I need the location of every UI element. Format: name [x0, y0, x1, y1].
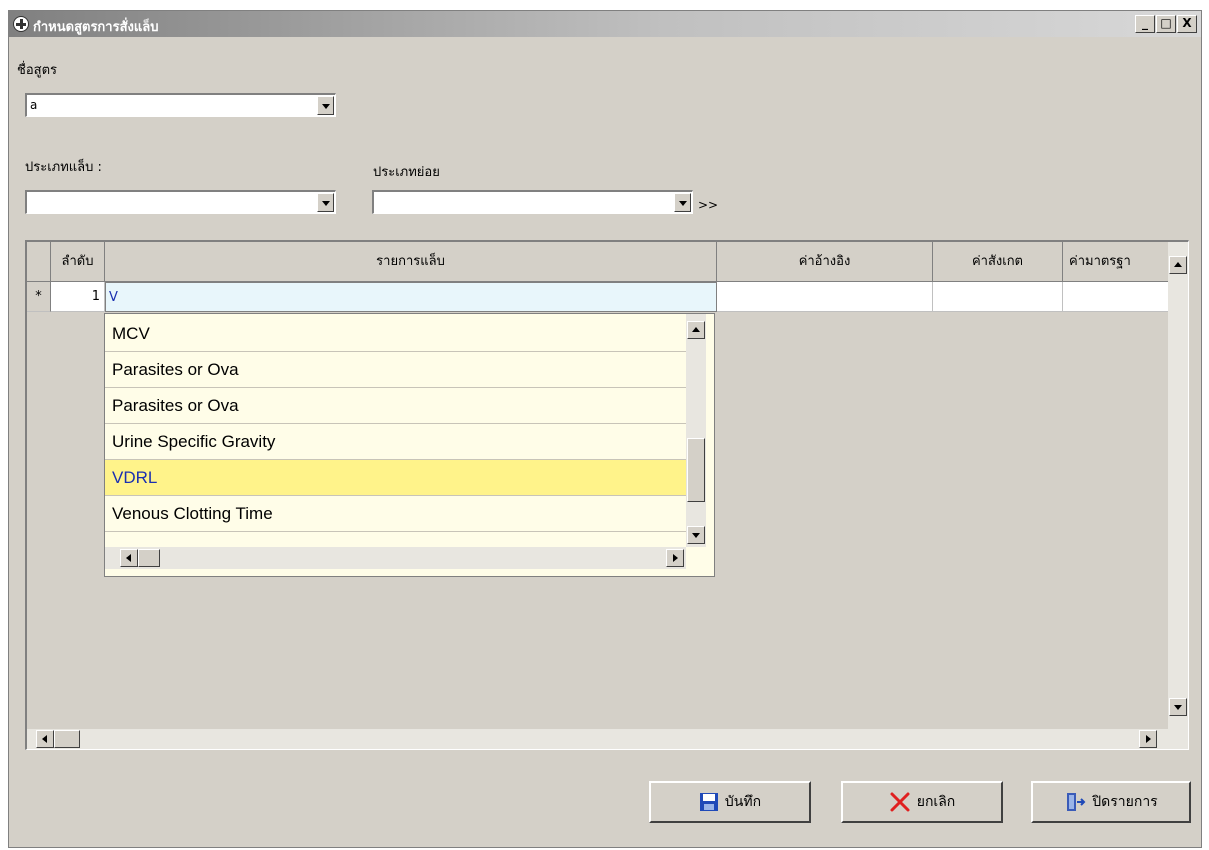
close-list-button[interactable]: ปิดรายการ [1031, 781, 1191, 823]
minimize-button[interactable]: _ [1135, 15, 1155, 33]
subtype-combo[interactable] [372, 190, 693, 214]
formula-name-combo[interactable]: a [25, 93, 336, 117]
close-window-button[interactable]: X [1177, 15, 1197, 33]
grid-vertical-scrollbar[interactable] [1168, 242, 1188, 749]
cancel-button[interactable]: ยกเลิก [841, 781, 1003, 823]
standard-cell[interactable] [1063, 282, 1169, 312]
horizontal-scroll-thumb[interactable] [54, 730, 80, 748]
scroll-up-icon[interactable] [687, 321, 705, 339]
lab-type-combo[interactable] [25, 190, 336, 214]
autocomplete-item[interactable]: Parasites or Ova [105, 388, 686, 424]
scroll-right-icon[interactable] [1139, 730, 1157, 748]
autocomplete-item[interactable]: Venous Clotting Time [105, 496, 686, 532]
chevron-down-icon[interactable] [317, 96, 334, 115]
scroll-down-icon[interactable] [687, 526, 705, 544]
close-list-button-label: ปิดรายการ [1092, 794, 1158, 810]
autocomplete-item-selected[interactable]: VDRL [105, 460, 686, 496]
horizontal-scroll-thumb[interactable] [138, 549, 160, 567]
row-seq-cell[interactable]: 1 [51, 282, 105, 312]
column-header-observed[interactable]: ค่าสังเกต [933, 242, 1063, 282]
column-header-standard[interactable]: ค่ามาตรฐา [1063, 242, 1169, 282]
title-bar: กำหนดสูตรการสั่งแล็บ _ □ X [9, 11, 1201, 37]
dropdown-horizontal-scrollbar[interactable] [105, 547, 686, 569]
subtype-label: ประเภทย่อย [373, 165, 440, 180]
formula-name-label: ชื่อสูตร [17, 63, 57, 78]
observed-cell[interactable] [933, 282, 1063, 312]
floppy-disk-icon [699, 793, 718, 811]
autocomplete-item[interactable]: MCV [105, 316, 686, 352]
app-plus-icon [13, 16, 29, 32]
lab-formula-window: กำหนดสูตรการสั่งแล็บ _ □ X ชื่อสูตร a ปร… [8, 10, 1202, 848]
scroll-right-icon[interactable] [666, 549, 684, 567]
formula-name-value: a [30, 98, 38, 112]
item-input-cell[interactable]: V [105, 282, 717, 312]
autocomplete-item[interactable]: Parasites or Ova [105, 352, 686, 388]
scroll-down-icon[interactable] [1169, 698, 1187, 716]
row-selector-header [27, 242, 51, 282]
scroll-up-icon[interactable] [1169, 256, 1187, 274]
autocomplete-dropdown[interactable]: MCV Parasites or Ova Parasites or Ova Ur… [104, 313, 715, 577]
autocomplete-item[interactable]: Urine Specific Gravity [105, 424, 686, 460]
reference-cell[interactable] [717, 282, 933, 312]
save-button[interactable]: บันทึก [649, 781, 811, 823]
cancel-button-label: ยกเลิก [916, 794, 956, 810]
scroll-left-icon[interactable] [120, 549, 138, 567]
row-marker[interactable]: * [27, 282, 51, 312]
chevron-down-icon[interactable] [317, 193, 334, 212]
cancel-x-icon [890, 792, 910, 812]
more-button[interactable]: >> [698, 198, 718, 212]
window-title: กำหนดสูตรการสั่งแล็บ [33, 20, 159, 35]
grid-horizontal-scrollbar[interactable] [27, 729, 1168, 749]
column-header-reference[interactable]: ค่าอ้างอิง [717, 242, 933, 282]
scroll-left-icon[interactable] [36, 730, 54, 748]
vertical-scroll-thumb[interactable] [687, 438, 705, 502]
exit-door-icon [1067, 793, 1086, 811]
lab-type-label: ประเภทแล็บ : [25, 160, 102, 175]
maximize-button[interactable]: □ [1156, 15, 1176, 33]
column-header-seq[interactable]: ลำดับ [51, 242, 105, 282]
chevron-down-icon[interactable] [674, 193, 691, 212]
column-header-item[interactable]: รายการแล็บ [105, 242, 717, 282]
save-button-label: บันทึก [724, 794, 762, 810]
dropdown-vertical-scrollbar[interactable] [686, 314, 706, 547]
